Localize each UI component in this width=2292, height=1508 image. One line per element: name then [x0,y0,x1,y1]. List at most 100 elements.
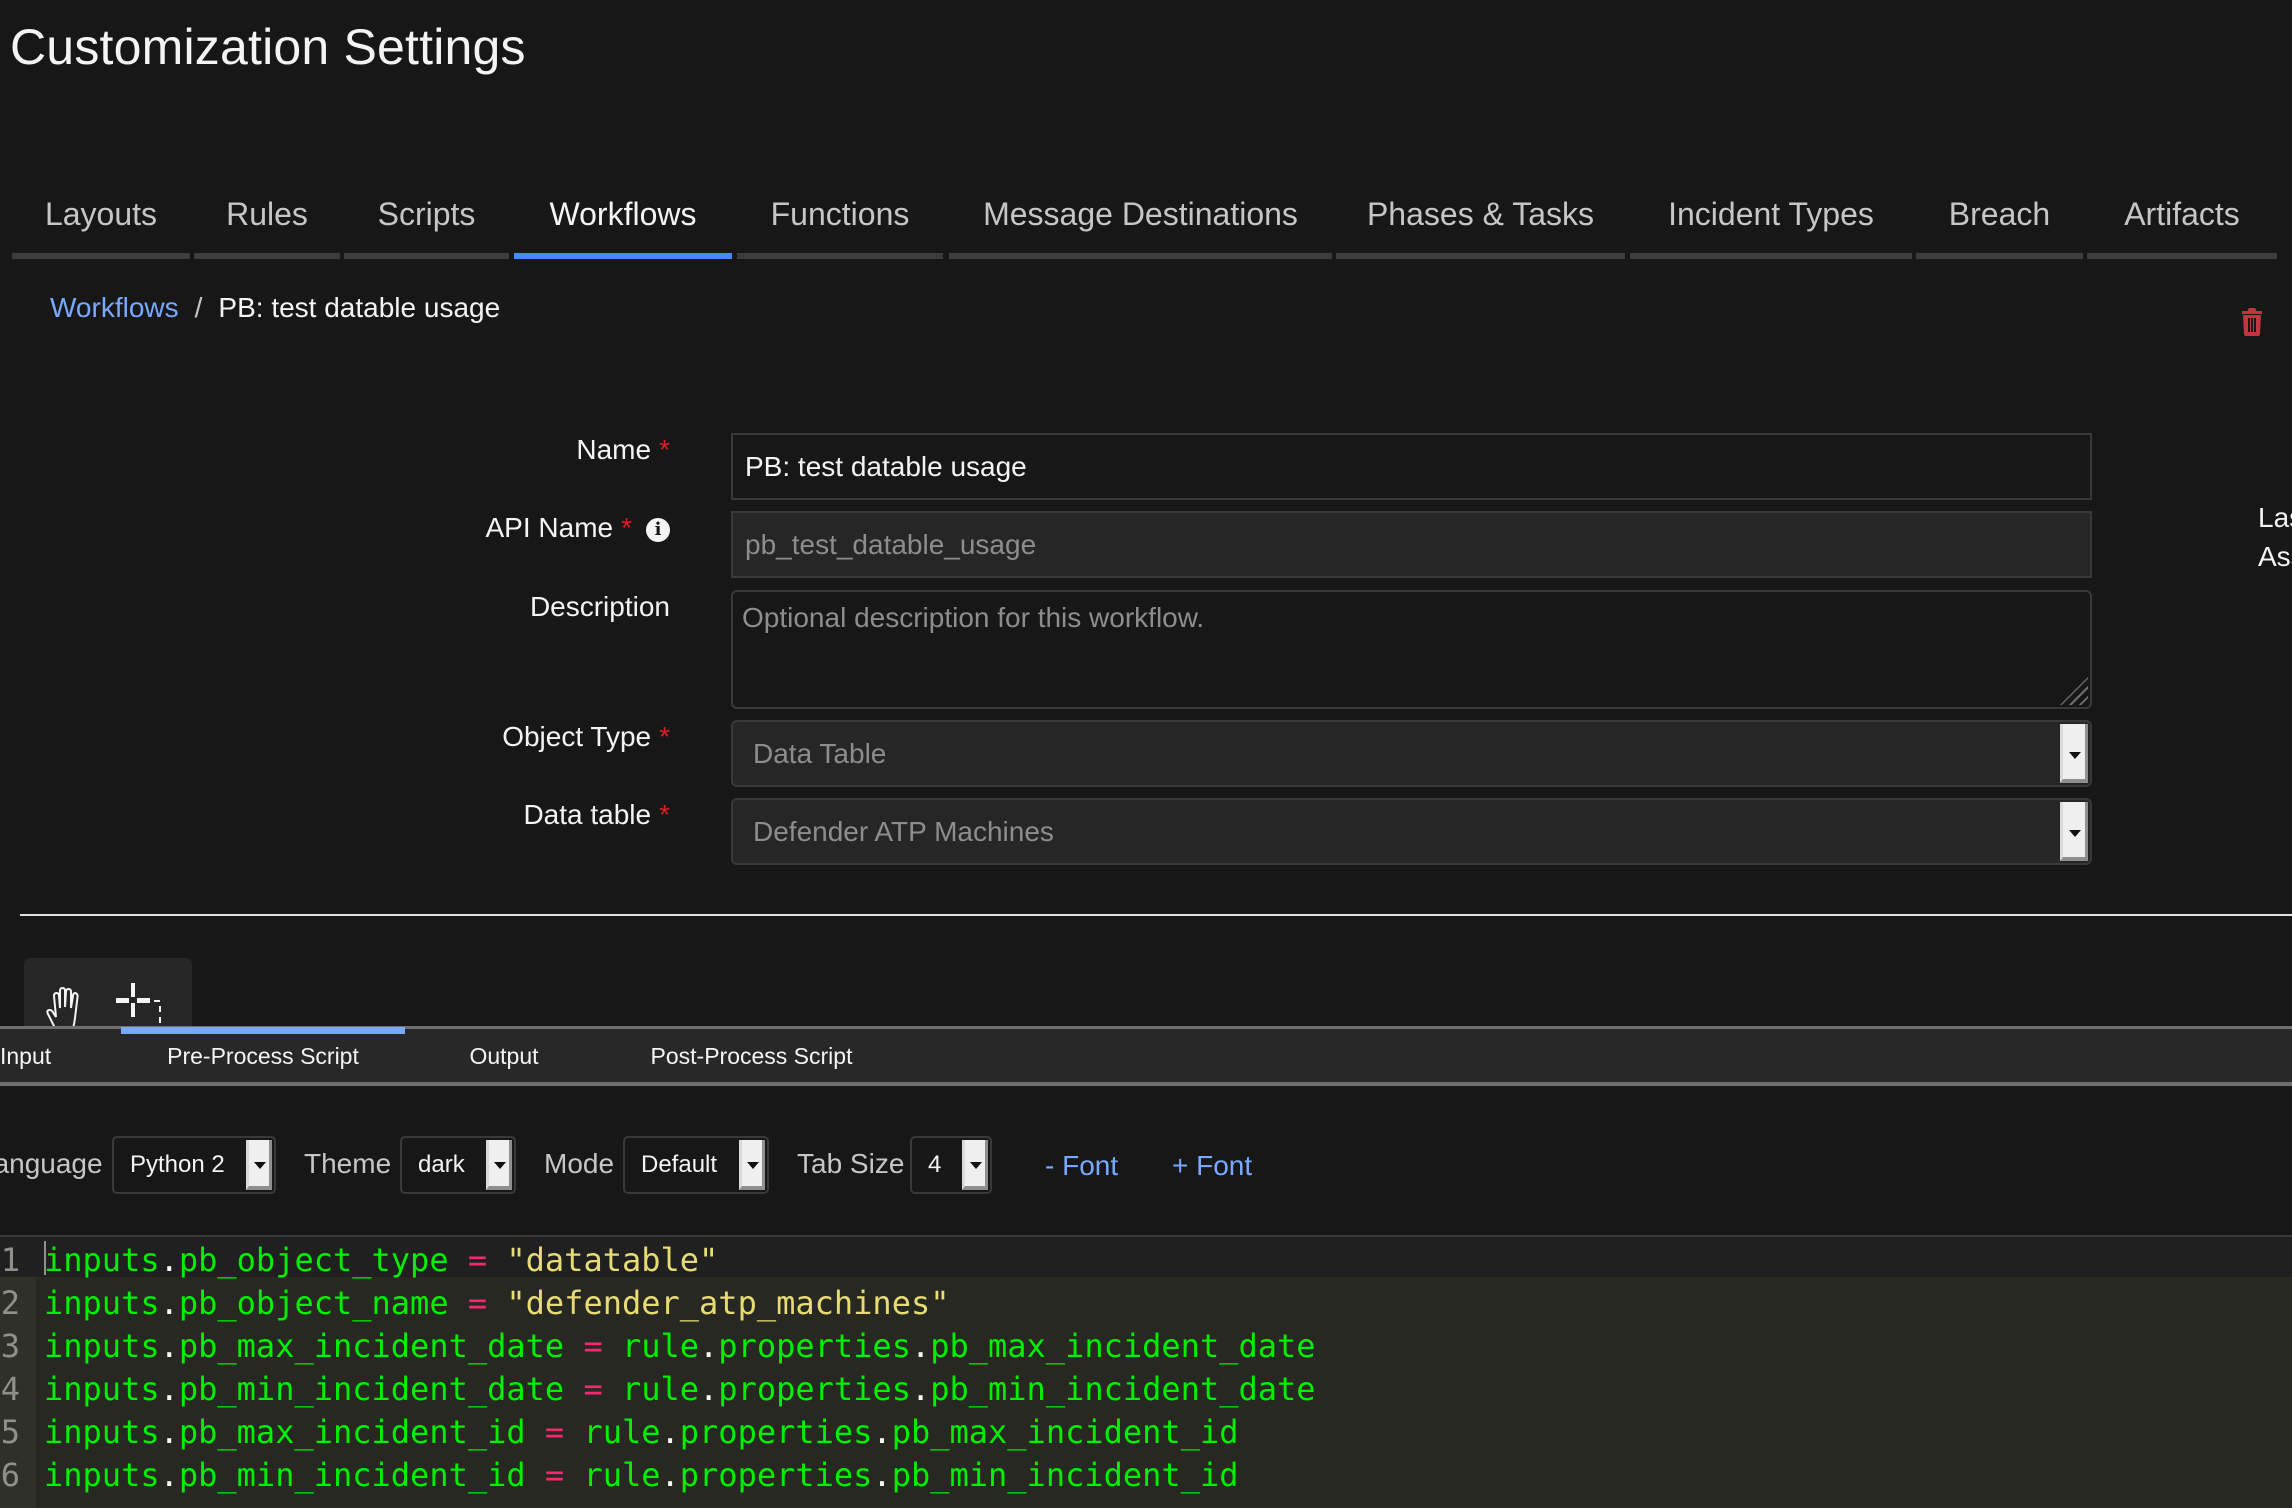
breadcrumb-workflows-link[interactable]: Workflows [50,292,179,323]
mode-value: Default [641,1151,718,1178]
tab-layouts[interactable]: Layouts [12,180,190,260]
code-text: inputs.pb_max_incident_date = rule.prope… [44,1327,1316,1365]
section-divider [20,914,2292,916]
tab-label: Input [0,1043,52,1069]
object-type-value: Data Table [753,738,887,769]
chevron-down-icon[interactable] [486,1140,512,1190]
tab-scripts[interactable]: Scripts [344,180,509,260]
tab-label: Rules [226,196,308,232]
chevron-down-icon[interactable] [2060,724,2088,783]
page-title: Customization Settings [10,19,526,75]
code-identifier: inputs [44,1370,160,1408]
required-marker: * [659,721,670,752]
tab-label: Breach [1948,196,2051,232]
theme-select[interactable]: dark [400,1136,516,1194]
tab-input[interactable]: Input [0,1029,62,1082]
code-identifier: inputs [44,1456,160,1494]
code-identifier: pb_object_type [178,1241,449,1279]
code-dot: . [910,1370,931,1408]
tab-breach[interactable]: Breach [1916,180,2083,260]
side-panel-label-1: Las [2258,502,2292,533]
tab-workflows[interactable]: Workflows [514,180,732,260]
chevron-down-icon[interactable] [246,1140,272,1190]
name-label: Name * [576,434,670,466]
tab-artifacts[interactable]: Artifacts [2087,180,2277,260]
tab-post-process-script[interactable]: Post-Process Script [627,1029,876,1082]
canvas-tool-palette [24,958,192,1028]
tab-size-value: 4 [928,1151,942,1178]
tab-size-select[interactable]: 4 [910,1136,992,1194]
tab-functions[interactable]: Functions [737,180,943,260]
tab-phases-tasks[interactable]: Phases & Tasks [1336,180,1625,260]
tab-label: Incident Types [1668,196,1874,232]
tab-indicator [121,1027,405,1034]
tab-indicator [2087,253,2277,259]
code-identifier: pb_max_incident_id [891,1413,1239,1451]
code-operator: = [467,1284,488,1322]
tab-size-label: Tab Size [797,1148,905,1179]
tab-rules[interactable]: Rules [194,180,340,260]
info-icon[interactable]: i [646,518,670,542]
decrease-font-button[interactable]: - Font [1045,1150,1118,1182]
mode-select[interactable]: Default [623,1136,769,1194]
tab-indicator [194,253,340,259]
tab-indicator [12,253,190,259]
language-select[interactable]: Python 2 [112,1136,276,1194]
chevron-down-icon[interactable] [2060,802,2088,861]
code-dot: . [159,1284,179,1322]
code-dot: . [159,1241,179,1279]
tab-message-destinations[interactable]: Message Destinations [949,180,1332,260]
tab-indicator [1336,253,1625,259]
name-label-text: Name [576,434,652,465]
tab-incident-types[interactable]: Incident Types [1630,180,1912,260]
delete-workflow-button[interactable] [2240,308,2264,336]
code-identifier: properties [718,1370,911,1408]
tab-indicator [949,253,1332,259]
code-dot: . [159,1456,179,1494]
line-number: 4 [0,1370,20,1408]
tab-label: Phases & Tasks [1366,196,1595,232]
code-dot: . [660,1413,680,1451]
required-marker: * [659,434,670,465]
code-operator: = [544,1413,565,1451]
name-input[interactable]: PB: test datable usage [731,433,2092,500]
mode-label: Mode [544,1148,615,1179]
object-type-label: Object Type * [502,721,670,753]
tab-pre-process-script[interactable]: Pre-Process Script [121,1027,405,1082]
code-dot: . [159,1413,179,1451]
code-dot: . [159,1370,179,1408]
chevron-down-icon[interactable] [739,1140,765,1190]
code-editor[interactable]: 1 inputs.pb_object_type = "datatable" 2 inp… [0,1235,2292,1508]
code-operator: = [544,1456,565,1494]
tab-indicator [1916,253,2083,259]
code-identifier: inputs [44,1413,160,1451]
code-identifier: rule [583,1413,661,1451]
data-table-select[interactable]: Defender ATP Machines [731,798,2092,865]
tab-output[interactable]: Output [440,1029,568,1082]
code-operator: = [467,1241,488,1279]
code-string: "datatable" [506,1241,719,1279]
editor-toolbar: Language Python 2 Theme dark Mode Defaul… [0,1136,1300,1196]
object-type-select[interactable]: Data Table [731,720,2092,787]
code-dot: . [699,1327,719,1365]
chevron-down-icon[interactable] [962,1140,988,1190]
api-name-input[interactable]: pb_test_datable_usage [731,511,2092,578]
code-identifier: properties [679,1413,873,1451]
tab-label: Pre-Process Script [167,1043,359,1069]
tab-label: Functions [770,196,910,232]
line-number: 6 [0,1456,20,1494]
hand-tool-icon[interactable] [42,984,90,1028]
select-tool-icon[interactable] [116,980,176,1028]
description-textarea[interactable]: Optional description for this workflow. [731,590,2092,709]
code-identifier: rule [621,1370,700,1408]
increase-font-button[interactable]: + Font [1172,1150,1252,1182]
data-table-label-text: Data table [523,799,652,830]
resize-handle[interactable] [2060,677,2088,705]
code-text: inputs.pb_min_incident_date = rule.prope… [44,1370,1316,1408]
